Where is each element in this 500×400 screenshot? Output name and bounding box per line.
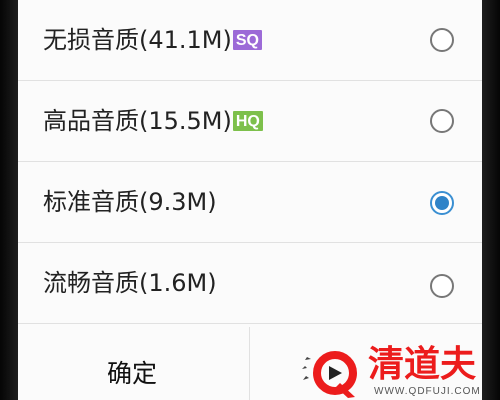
dimmed-background-left (0, 0, 18, 400)
cancel-button[interactable] (250, 327, 482, 400)
radio-button-lossless[interactable] (430, 28, 454, 52)
radio-button-standard-selected[interactable] (430, 191, 454, 215)
quality-option-label: 标准音质(9.3M) (43, 188, 217, 216)
quality-option-smooth[interactable]: 流畅音质(1.6M) (18, 243, 482, 324)
quality-option-standard[interactable]: 标准音质(9.3M) (18, 162, 482, 243)
quality-option-label-row: 无损音质(41.1M) SQ (43, 24, 262, 56)
radio-button-high[interactable] (430, 109, 454, 133)
quality-option-lossless[interactable]: 无损音质(41.1M) SQ (18, 0, 482, 81)
radio-button-smooth[interactable] (430, 274, 454, 298)
quality-option-label: 流畅音质(1.6M) (43, 269, 217, 297)
confirm-button[interactable]: 确定 (18, 327, 250, 400)
quality-option-label-row: 高品音质(15.5M) HQ (43, 105, 263, 137)
dimmed-background-right (482, 0, 500, 400)
quality-option-label: 无损音质(41.1M) (43, 26, 232, 54)
dialog-footer: 确定 (18, 327, 482, 400)
screen-background: 无损音质(41.1M) SQ 高品音质(15.5M) HQ 标准音质(9.3M) 流… (0, 0, 500, 400)
hq-badge: HQ (232, 111, 263, 131)
quality-option-label: 高品音质(15.5M) (43, 107, 232, 135)
confirm-button-label: 确定 (107, 359, 158, 388)
quality-option-high[interactable]: 高品音质(15.5M) HQ (18, 81, 482, 162)
radio-dot (435, 196, 449, 210)
sq-badge: SQ (232, 30, 262, 50)
audio-quality-dialog: 无损音质(41.1M) SQ 高品音质(15.5M) HQ 标准音质(9.3M) 流… (18, 0, 482, 400)
